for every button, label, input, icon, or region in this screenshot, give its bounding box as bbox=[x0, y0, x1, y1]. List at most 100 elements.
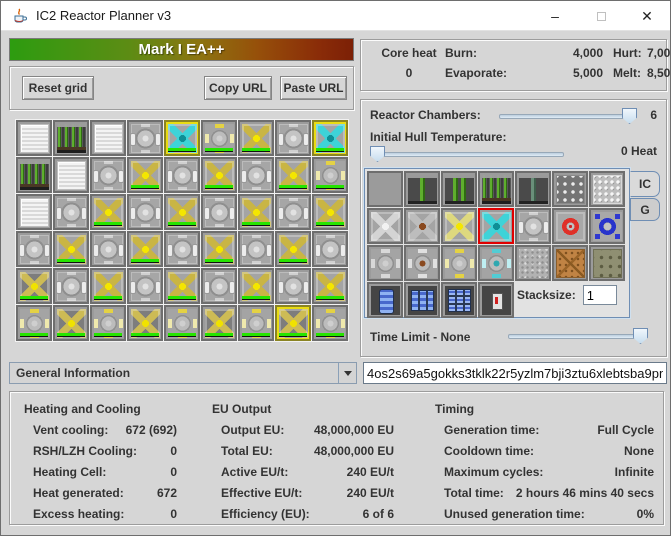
grid-cell-2-4[interactable] bbox=[164, 194, 200, 230]
grid-cell-1-1[interactable] bbox=[53, 157, 89, 193]
grid-cell-3-2[interactable] bbox=[90, 231, 126, 267]
grid-cell-0-0[interactable] bbox=[16, 120, 52, 156]
palette-item-dual-fuel-rod[interactable] bbox=[441, 171, 477, 207]
grid-cell-5-2[interactable] bbox=[90, 305, 126, 341]
palette-item-heat-vent[interactable] bbox=[515, 208, 551, 244]
grid-cell-2-7[interactable] bbox=[275, 194, 311, 230]
grid-cell-5-0[interactable] bbox=[16, 305, 52, 341]
grid-cell-3-5[interactable] bbox=[201, 231, 237, 267]
grid-cell-1-2[interactable] bbox=[90, 157, 126, 193]
grid-cell-0-1[interactable] bbox=[53, 120, 89, 156]
palette-item-containment-plating[interactable] bbox=[552, 171, 588, 207]
hull-temperature-slider-thumb[interactable] bbox=[370, 146, 385, 162]
grid-cell-0-6[interactable] bbox=[238, 120, 274, 156]
grid-cell-2-1[interactable] bbox=[53, 194, 89, 230]
grid-cell-2-3[interactable] bbox=[127, 194, 163, 230]
grid-cell-5-6[interactable] bbox=[238, 305, 274, 341]
palette-item-coolant-cell-30k[interactable] bbox=[404, 282, 440, 318]
palette-item-basic-heat-exchanger[interactable] bbox=[367, 208, 403, 244]
grid-cell-2-8[interactable] bbox=[312, 194, 348, 230]
palette-item-gold-heat-exchanger[interactable] bbox=[441, 208, 477, 244]
palette-item-core-heat-exchanger[interactable] bbox=[404, 208, 440, 244]
grid-cell-3-6[interactable] bbox=[238, 231, 274, 267]
palette-item-coolant-cell-60k[interactable] bbox=[441, 282, 477, 318]
grid-cell-4-8[interactable] bbox=[312, 268, 348, 304]
grid-cell-0-5[interactable] bbox=[201, 120, 237, 156]
grid-cell-4-7[interactable] bbox=[275, 268, 311, 304]
grid-cell-1-7[interactable] bbox=[275, 157, 311, 193]
grid-cell-1-4[interactable] bbox=[164, 157, 200, 193]
palette-item-coolant-cell-10k[interactable] bbox=[367, 282, 403, 318]
palette-item-empty-slot[interactable] bbox=[367, 171, 403, 207]
grid-cell-3-1[interactable] bbox=[53, 231, 89, 267]
palette-item-basic-component-vent[interactable] bbox=[367, 245, 403, 281]
hull-temperature-slider-track[interactable] bbox=[374, 152, 564, 157]
dropdown-arrow-button[interactable] bbox=[338, 363, 356, 383]
grid-cell-5-5[interactable] bbox=[201, 305, 237, 341]
reactor-plating-icon bbox=[20, 124, 49, 153]
palette-item-quad-fuel-rod[interactable] bbox=[478, 171, 514, 207]
grid-cell-4-1[interactable] bbox=[53, 268, 89, 304]
reset-grid-button[interactable]: Reset grid bbox=[22, 76, 94, 100]
heat-vent-icon bbox=[279, 124, 308, 153]
palette-item-plating-copper[interactable] bbox=[552, 245, 588, 281]
info-dropdown[interactable]: General Information bbox=[9, 362, 357, 384]
copy-url-button[interactable]: Copy URL bbox=[204, 76, 272, 100]
palette-item-heat-capacity-plating[interactable] bbox=[589, 171, 625, 207]
grid-cell-5-8[interactable] bbox=[312, 305, 348, 341]
grid-cell-2-6[interactable] bbox=[238, 194, 274, 230]
tab-g[interactable]: G bbox=[630, 198, 660, 221]
palette-item-rsh-condensator[interactable] bbox=[478, 282, 514, 318]
reactor-chambers-slider-thumb[interactable] bbox=[622, 108, 637, 124]
grid-cell-4-3[interactable] bbox=[127, 268, 163, 304]
grid-cell-0-2[interactable] bbox=[90, 120, 126, 156]
grid-cell-1-0[interactable] bbox=[16, 157, 52, 193]
grid-cell-2-2[interactable] bbox=[90, 194, 126, 230]
grid-cell-0-8[interactable] bbox=[312, 120, 348, 156]
grid-cell-0-4[interactable] bbox=[164, 120, 200, 156]
palette-item-overclocked-heat-vent[interactable] bbox=[478, 208, 514, 244]
grid-cell-4-6[interactable] bbox=[238, 268, 274, 304]
palette-item-core-component-vent[interactable] bbox=[404, 245, 440, 281]
palette-item-plating-hardened[interactable] bbox=[589, 245, 625, 281]
palette-item-component-heat-vent[interactable] bbox=[441, 245, 477, 281]
tab-ic[interactable]: IC bbox=[630, 171, 660, 197]
grid-cell-3-3[interactable] bbox=[127, 231, 163, 267]
time-limit-slider-thumb[interactable] bbox=[633, 328, 648, 344]
grid-cell-1-8[interactable] bbox=[312, 157, 348, 193]
grid-cell-2-5[interactable] bbox=[201, 194, 237, 230]
palette-item-reactor-heat-vent[interactable] bbox=[552, 208, 588, 244]
paste-url-button[interactable]: Paste URL bbox=[280, 76, 347, 100]
grid-cell-3-7[interactable] bbox=[275, 231, 311, 267]
grid-cell-0-7[interactable] bbox=[275, 120, 311, 156]
grid-cell-1-3[interactable] bbox=[127, 157, 163, 193]
grid-cell-3-4[interactable] bbox=[164, 231, 200, 267]
reactor-chambers-slider-track[interactable] bbox=[499, 114, 635, 119]
palette-item-component-heat-exchanger[interactable] bbox=[589, 208, 625, 244]
minimize-button[interactable]: – bbox=[532, 1, 578, 31]
grid-cell-4-4[interactable] bbox=[164, 268, 200, 304]
palette-item-plating-speckled[interactable] bbox=[515, 245, 551, 281]
grid-cell-2-0[interactable] bbox=[16, 194, 52, 230]
grid-cell-5-3[interactable] bbox=[127, 305, 163, 341]
palette-item-advanced-component-vent[interactable] bbox=[478, 245, 514, 281]
grid-cell-1-6[interactable] bbox=[238, 157, 274, 193]
grid-cell-1-5[interactable] bbox=[201, 157, 237, 193]
grid-cell-4-2[interactable] bbox=[90, 268, 126, 304]
reactor-code-input[interactable] bbox=[363, 362, 667, 384]
time-limit-slider-track[interactable] bbox=[508, 334, 646, 339]
grid-cell-4-0[interactable] bbox=[16, 268, 52, 304]
grid-cell-4-5[interactable] bbox=[201, 268, 237, 304]
grid-cell-5-4[interactable] bbox=[164, 305, 200, 341]
palette-item-depleted-fuel-rod[interactable] bbox=[515, 171, 551, 207]
stacksize-input[interactable] bbox=[583, 285, 617, 305]
heat-vent-icon bbox=[131, 124, 160, 153]
component-palette-pane: Stacksize: bbox=[364, 168, 630, 318]
grid-cell-3-0[interactable] bbox=[16, 231, 52, 267]
close-button[interactable]: ✕ bbox=[624, 1, 670, 31]
palette-item-fuel-rod[interactable] bbox=[404, 171, 440, 207]
grid-cell-5-7[interactable] bbox=[275, 305, 311, 341]
grid-cell-5-1[interactable] bbox=[53, 305, 89, 341]
grid-cell-0-3[interactable] bbox=[127, 120, 163, 156]
grid-cell-3-8[interactable] bbox=[312, 231, 348, 267]
